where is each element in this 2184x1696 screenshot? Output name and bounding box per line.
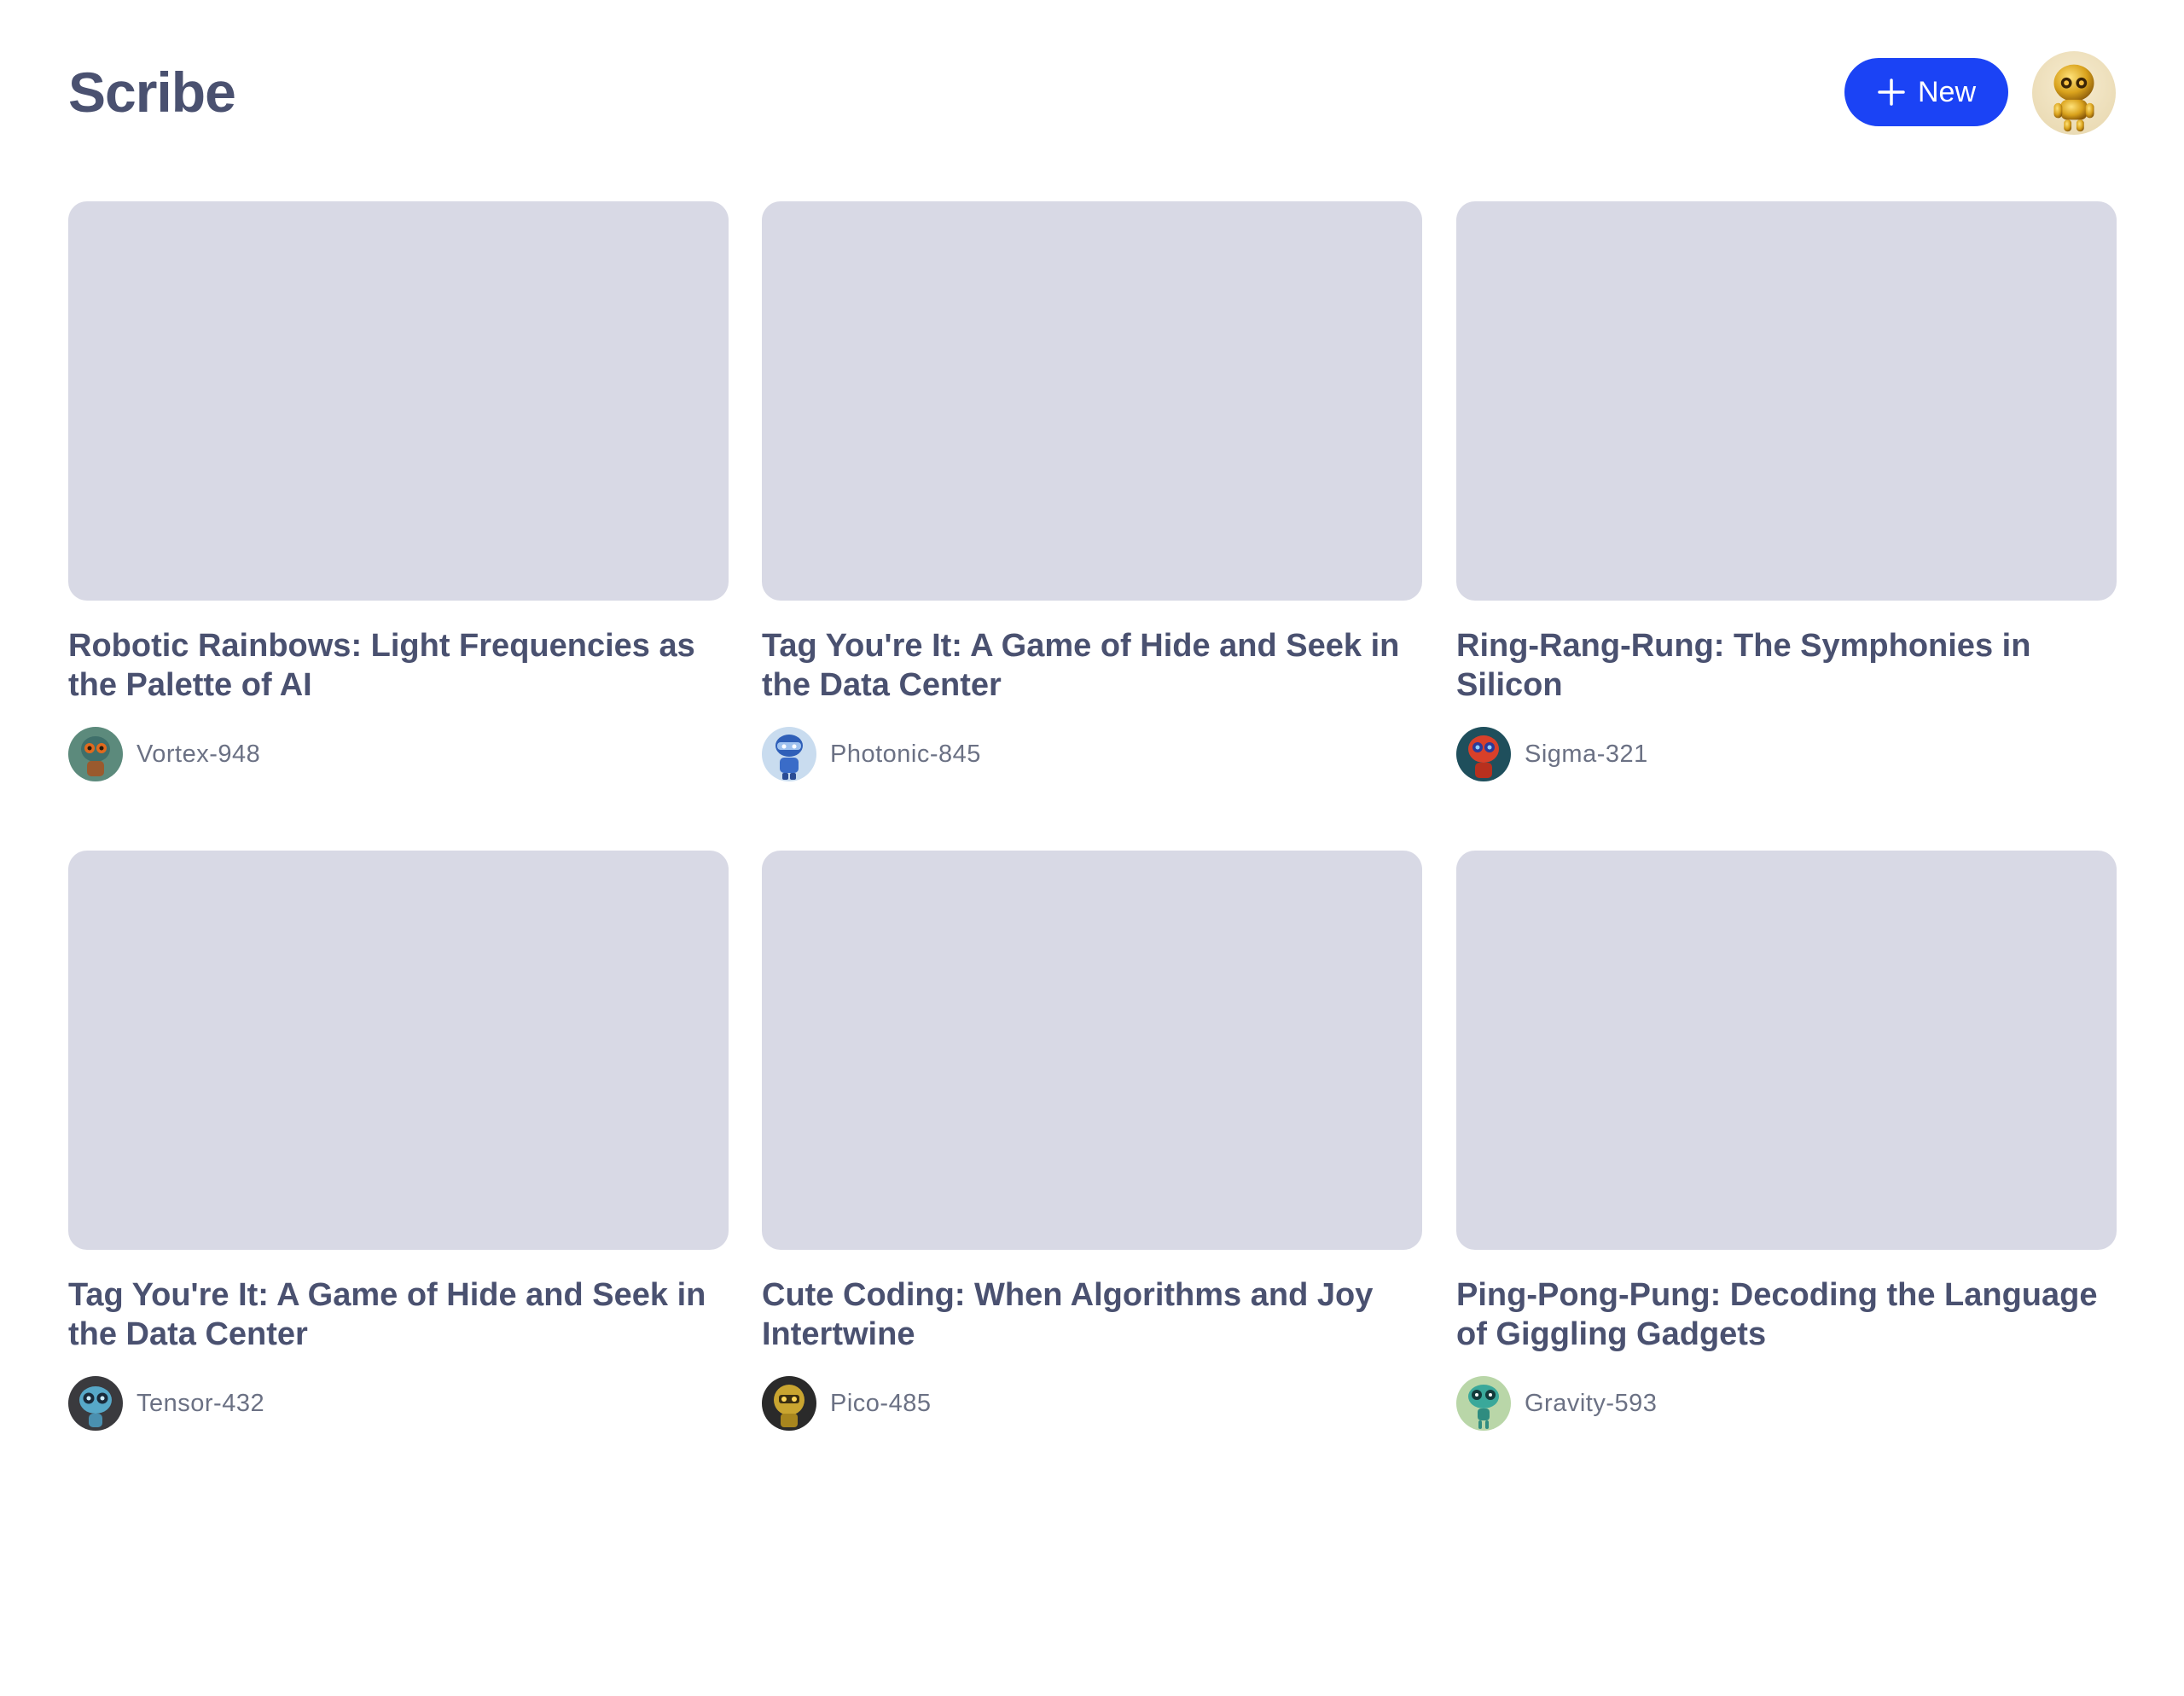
post-title[interactable]: Tag You're It: A Game of Hide and Seek i… (68, 1275, 729, 1354)
cyan-robot-avatar-icon (68, 1376, 123, 1431)
post-card[interactable]: Ping-Pong-Pung: Decoding the Language of… (1456, 851, 2117, 1439)
new-post-button[interactable]: New (1844, 58, 2008, 126)
author-avatar (68, 727, 123, 781)
post-author[interactable]: Pico-485 (762, 1376, 931, 1431)
plus-icon (1878, 78, 1905, 106)
author-name: Pico-485 (830, 1389, 932, 1417)
user-avatar[interactable] (2032, 51, 2116, 135)
post-thumbnail[interactable] (68, 851, 729, 1250)
golden-robot-avatar-icon (2032, 51, 2116, 135)
gold-black-robot-avatar-icon (762, 1376, 816, 1431)
green-alien-robot-avatar-icon (1456, 1376, 1511, 1431)
post-thumbnail[interactable] (762, 201, 1422, 601)
app-header: Scribe New (68, 49, 2116, 135)
author-name: Vortex-948 (136, 740, 261, 768)
post-card[interactable]: Tag You're It: A Game of Hide and Seek i… (68, 851, 729, 1439)
post-card[interactable]: Robotic Rainbows: Light Frequencies as t… (68, 201, 729, 790)
author-name: Gravity-593 (1525, 1389, 1658, 1417)
author-avatar (1456, 727, 1511, 781)
post-author[interactable]: Tensor-432 (68, 1376, 264, 1431)
author-name: Tensor-432 (136, 1389, 265, 1417)
post-title[interactable]: Tag You're It: A Game of Hide and Seek i… (762, 626, 1422, 705)
post-title[interactable]: Cute Coding: When Algorithms and Joy Int… (762, 1275, 1422, 1354)
post-card[interactable]: Ring-Rang-Rung: The Symphonies in Silico… (1456, 201, 2117, 790)
post-title[interactable]: Ring-Rang-Rung: The Symphonies in Silico… (1456, 626, 2117, 705)
teal-robot-avatar-icon (68, 727, 123, 781)
author-name: Photonic-845 (830, 740, 981, 768)
post-thumbnail[interactable] (1456, 851, 2117, 1250)
post-card[interactable]: Tag You're It: A Game of Hide and Seek i… (762, 201, 1422, 790)
blue-robot-avatar-icon (762, 727, 816, 781)
post-thumbnail[interactable] (762, 851, 1422, 1250)
red-robot-avatar-icon (1456, 727, 1511, 781)
new-button-label: New (1917, 75, 1977, 108)
app-title: Scribe (68, 61, 236, 124)
post-author[interactable]: Sigma-321 (1456, 727, 1648, 781)
post-thumbnail[interactable] (1456, 201, 2117, 601)
author-avatar (1456, 1376, 1511, 1431)
author-avatar (762, 727, 816, 781)
author-avatar (762, 1376, 816, 1431)
post-title[interactable]: Ping-Pong-Pung: Decoding the Language of… (1456, 1275, 2117, 1354)
author-avatar (68, 1376, 123, 1431)
post-author[interactable]: Photonic-845 (762, 727, 981, 781)
page: Scribe New Robotic Rainbows: Light Frequ… (0, 0, 2184, 1696)
post-author[interactable]: Vortex-948 (68, 727, 260, 781)
post-author[interactable]: Gravity-593 (1456, 1376, 1657, 1431)
author-name: Sigma-321 (1525, 740, 1648, 768)
post-card[interactable]: Cute Coding: When Algorithms and Joy Int… (762, 851, 1422, 1439)
post-thumbnail[interactable] (68, 201, 729, 601)
post-title[interactable]: Robotic Rainbows: Light Frequencies as t… (68, 626, 729, 705)
